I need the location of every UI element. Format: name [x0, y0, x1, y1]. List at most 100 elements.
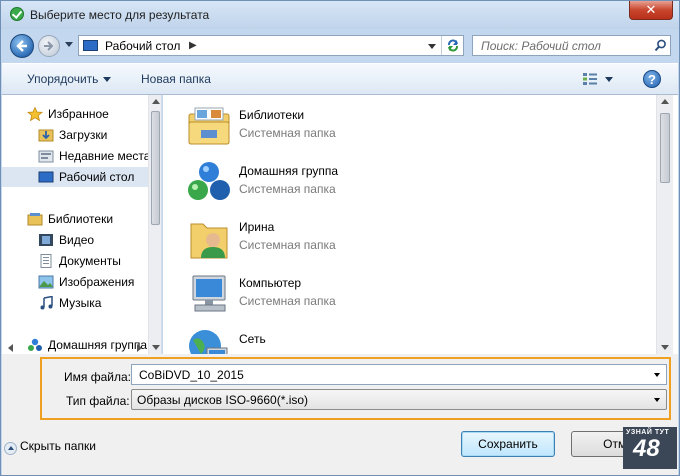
- desktop-icon: [38, 171, 54, 183]
- file-type: Системная папка: [239, 182, 336, 196]
- watermark-logo: УЗНАЙ ТУТ 48: [623, 427, 677, 469]
- file-item-user-folder[interactable]: Ирина Системная папка: [185, 214, 485, 262]
- save-button[interactable]: Сохранить: [461, 431, 555, 457]
- filetype-label: Тип файла:: [66, 394, 130, 408]
- file-type: Системная папка: [239, 238, 336, 252]
- nav-item-label: Недавние места: [59, 149, 151, 163]
- homegroup-icon: [28, 338, 42, 351]
- recent-pages-dropdown-icon[interactable]: [65, 42, 73, 47]
- file-type: Системная папка: [239, 126, 336, 140]
- scrollbar-thumb[interactable]: [151, 111, 160, 225]
- documents-icon: [40, 254, 52, 268]
- scrollbar-thumb[interactable]: [660, 113, 670, 183]
- file-name: Сеть: [239, 332, 266, 346]
- filename-dropdown-icon[interactable]: [654, 373, 660, 377]
- nav-item-downloads[interactable]: Загрузки: [2, 125, 149, 145]
- filetype-dropdown-icon[interactable]: [654, 398, 660, 402]
- search-placeholder: Поиск: Рабочий стол: [481, 39, 601, 53]
- nav-item-label: Документы: [59, 254, 121, 268]
- file-item-network[interactable]: Сеть: [185, 326, 485, 354]
- file-list-scrollbar[interactable]: [656, 95, 673, 354]
- nav-item-label: Загрузки: [59, 128, 108, 142]
- filename-input[interactable]: CoBiDVD_10_2015: [131, 364, 667, 385]
- file-type: Системная папка: [239, 294, 336, 308]
- file-name: Библиотеки: [239, 108, 305, 122]
- refresh-button[interactable]: [441, 36, 463, 55]
- scroll-up-icon[interactable]: [661, 99, 669, 104]
- nav-item-music[interactable]: Музыка: [2, 293, 149, 313]
- nav-item-label: Изображения: [59, 275, 135, 289]
- scroll-down-icon[interactable]: [152, 345, 160, 350]
- nav-item-video[interactable]: Видео: [2, 230, 149, 250]
- back-button[interactable]: [10, 34, 34, 58]
- nav-item-homegroup[interactable]: Домашняя группа: [2, 335, 149, 354]
- filetype-select[interactable]: Образы дисков ISO-9660(*.iso): [131, 389, 667, 410]
- scroll-down-icon[interactable]: [661, 345, 669, 350]
- star-icon: [27, 107, 43, 121]
- video-icon: [39, 234, 53, 246]
- computer-icon: [192, 275, 226, 312]
- close-icon: ✕: [645, 2, 657, 17]
- filetype-value: Образы дисков ISO-9660(*.iso): [137, 393, 309, 407]
- file-item-homegroup[interactable]: Домашняя группа Системная папка: [185, 158, 485, 206]
- file-item-computer[interactable]: Компьютер Системная папка: [185, 270, 485, 318]
- address-text[interactable]: Рабочий стол: [105, 39, 180, 53]
- search-icon[interactable]: [654, 39, 667, 52]
- nav-item-label: Видео: [59, 233, 95, 247]
- save-dialog-window: Выберите место для результата ✕ Рабочий …: [0, 0, 680, 476]
- forward-arrow-icon: [44, 41, 54, 51]
- nav-item-label: Библиотеки: [48, 212, 114, 226]
- window-title: Выберите место для результата: [30, 8, 210, 22]
- music-icon: [40, 296, 53, 310]
- close-button[interactable]: ✕: [629, 1, 673, 20]
- new-folder-button[interactable]: Новая папка: [141, 72, 211, 86]
- nav-scroll-left-icon[interactable]: [8, 344, 13, 352]
- title-bar: Выберите место для результата ✕: [1, 1, 679, 29]
- forward-button[interactable]: [38, 35, 60, 57]
- libraries-folder-icon: [188, 107, 230, 145]
- nav-item-documents[interactable]: Документы: [2, 251, 149, 271]
- nav-item-label: Домашняя группа: [48, 338, 148, 352]
- file-name: Домашняя группа: [239, 164, 339, 178]
- search-input[interactable]: Поиск: Рабочий стол: [472, 35, 671, 56]
- hide-folders-button[interactable]: Скрыть папки: [20, 439, 96, 453]
- recent-places-icon: [38, 150, 54, 163]
- nav-item-recent-places[interactable]: Недавние места: [2, 146, 151, 166]
- organize-dropdown-icon[interactable]: [103, 77, 111, 82]
- filename-value[interactable]: CoBiDVD_10_2015: [139, 368, 244, 382]
- back-arrow-icon: [16, 40, 27, 52]
- scroll-up-icon[interactable]: [152, 99, 160, 104]
- watermark-number: 48: [633, 435, 660, 462]
- file-item-libraries[interactable]: Библиотеки Системная папка: [185, 102, 485, 150]
- network-icon: [189, 330, 228, 354]
- address-dropdown-button[interactable]: [425, 40, 439, 52]
- help-icon[interactable]: ?: [643, 70, 661, 88]
- nav-item-pictures[interactable]: Изображения: [2, 272, 149, 292]
- app-check-icon: [10, 7, 24, 21]
- file-list-pane: Библиотеки Системная папка Домашняя груп…: [163, 95, 678, 354]
- nav-scroll-right-icon[interactable]: [137, 344, 142, 352]
- view-dropdown-icon[interactable]: [605, 77, 613, 82]
- breadcrumb-chevron-icon[interactable]: ▶: [189, 40, 197, 51]
- nav-item-label: Музыка: [59, 296, 102, 310]
- organize-button[interactable]: Упорядочить: [27, 72, 98, 86]
- homegroup-icon: [188, 162, 230, 200]
- nav-item-label: Избранное: [48, 107, 109, 121]
- user-folder-icon: [190, 223, 228, 259]
- nav-item-desktop[interactable]: Рабочий стол: [2, 167, 149, 187]
- collapse-arrow-icon[interactable]: [4, 442, 17, 455]
- nav-item-favorites[interactable]: Избранное: [2, 104, 149, 124]
- address-bar[interactable]: Рабочий стол ▶: [78, 35, 464, 56]
- nav-item-libraries[interactable]: Библиотеки: [2, 209, 149, 229]
- filename-label: Имя файла:: [64, 370, 131, 384]
- navigation-pane: Избранное Загрузки Недавние места Рабочи…: [2, 95, 162, 354]
- dialog-footer: Имя файла: CoBiDVD_10_2015 Тип файла: Об…: [2, 354, 678, 475]
- command-toolbar: Упорядочить Новая папка ?: [2, 63, 678, 95]
- nav-item-label: Рабочий стол: [59, 170, 135, 184]
- change-view-icon[interactable]: [582, 72, 598, 86]
- navigation-pane-scrollbar[interactable]: [148, 95, 161, 354]
- desktop-icon: [83, 40, 98, 51]
- libraries-icon: [27, 213, 43, 226]
- downloads-folder-icon: [38, 129, 54, 142]
- navigation-bar: Рабочий стол ▶ Поиск: Рабочий стол: [1, 29, 679, 63]
